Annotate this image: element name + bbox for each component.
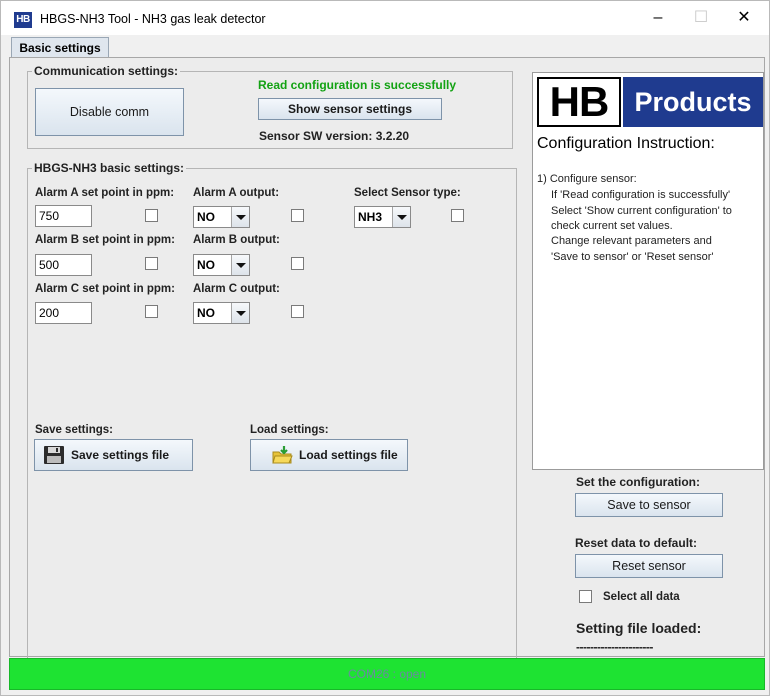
alarm-b-output-label: Alarm B output: <box>193 234 280 246</box>
alarm-c-output-value: NO <box>197 306 215 320</box>
alarm-c-setpoint-input[interactable]: 200 <box>35 302 92 324</box>
sensor-type-value: NH3 <box>358 210 383 224</box>
chevron-down-icon[interactable] <box>231 303 249 323</box>
read-status-text: Read configuration is successfully <box>258 78 457 92</box>
sensor-type-select[interactable]: NH3 <box>354 206 411 228</box>
minimize-button[interactable]: – <box>635 3 681 33</box>
alarm-c-setpoint-checkbox[interactable] <box>145 305 158 318</box>
alarm-c-output-label: Alarm C output: <box>193 283 280 295</box>
alarm-b-output-select[interactable]: NO <box>193 254 250 276</box>
alarm-b-label: Alarm B set point in ppm: <box>35 234 175 246</box>
basic-settings-title: HBGS-NH3 basic settings: <box>32 161 187 175</box>
alarm-a-output-label: Alarm A output: <box>193 187 280 199</box>
instruction-panel: HB Products Configuration Instruction: 1… <box>532 72 764 470</box>
instruction-line: 1) Configure sensor: <box>537 173 637 185</box>
load-settings-file-button[interactable]: Load settings file <box>250 439 408 471</box>
instruction-line: 'Save to sensor' or 'Reset sensor' <box>551 251 714 263</box>
save-settings-label: Save settings: <box>35 424 113 436</box>
load-settings-file-label: Load settings file <box>299 448 398 462</box>
disable-comm-button[interactable]: Disable comm <box>35 88 184 136</box>
alarm-b-output-checkbox[interactable] <box>291 257 304 270</box>
load-settings-label: Load settings: <box>250 424 329 436</box>
instruction-line: If 'Read configuration is successfully' <box>551 189 731 201</box>
load-folder-icon <box>272 446 293 464</box>
chevron-down-icon[interactable] <box>231 207 249 227</box>
logo-products-mark: Products <box>623 77 763 127</box>
close-button[interactable]: ✕ <box>721 3 767 33</box>
floppy-disk-icon <box>44 446 64 464</box>
chevron-down-icon[interactable] <box>231 255 249 275</box>
instruction-line: Select 'Show current configuration' to <box>551 205 732 217</box>
instruction-line: check current set values. <box>551 220 673 232</box>
app-logo-icon: HB <box>14 12 32 28</box>
select-all-data-label: Select all data <box>603 591 680 603</box>
alarm-a-output-select[interactable]: NO <box>193 206 250 228</box>
setting-file-loaded-label: Setting file loaded: <box>576 620 702 636</box>
select-all-data-checkbox[interactable] <box>579 590 592 603</box>
alarm-a-setpoint-input[interactable]: 750 <box>35 205 92 227</box>
alarm-c-label: Alarm C set point in ppm: <box>35 283 175 295</box>
save-to-sensor-button[interactable]: Save to sensor <box>575 493 723 517</box>
sensor-type-checkbox[interactable] <box>451 209 464 222</box>
chevron-down-icon[interactable] <box>392 207 410 227</box>
maximize-button: ☐ <box>693 9 709 26</box>
reset-label: Reset data to default: <box>575 536 698 550</box>
app-window: HB HBGS-NH3 Tool - NH3 gas leak detector… <box>0 0 770 696</box>
setting-file-name: ---------------------- <box>576 640 653 654</box>
alarm-c-output-checkbox[interactable] <box>291 305 304 318</box>
hb-products-logo: HB Products <box>537 77 763 127</box>
communication-settings-title: Communication settings: <box>32 64 181 78</box>
alarm-a-label: Alarm A set point in ppm: <box>35 187 175 199</box>
alarm-b-setpoint-input[interactable]: 500 <box>35 254 92 276</box>
show-sensor-settings-button[interactable]: Show sensor settings <box>258 98 442 120</box>
window-title: HBGS-NH3 Tool - NH3 gas leak detector <box>40 12 266 26</box>
save-settings-file-button[interactable]: Save settings file <box>34 439 193 471</box>
alarm-b-output-value: NO <box>197 258 215 272</box>
alarm-a-output-checkbox[interactable] <box>291 209 304 222</box>
instruction-line: Change relevant parameters and <box>551 235 712 247</box>
sensor-sw-version: Sensor SW version: 3.2.20 <box>259 129 410 143</box>
alarm-b-setpoint-checkbox[interactable] <box>145 257 158 270</box>
title-bar: HB HBGS-NH3 Tool - NH3 gas leak detector… <box>1 1 769 35</box>
alarm-a-setpoint-checkbox[interactable] <box>145 209 158 222</box>
instruction-title: Configuration Instruction: <box>537 135 715 152</box>
sensor-type-label: Select Sensor type: <box>354 187 461 199</box>
reset-sensor-button[interactable]: Reset sensor <box>575 554 723 578</box>
save-settings-file-label: Save settings file <box>71 448 170 462</box>
tab-basic-settings[interactable]: Basic settings <box>11 37 109 59</box>
set-config-label: Set the configuration: <box>576 475 700 489</box>
logo-hb-mark: HB <box>537 77 621 127</box>
alarm-c-output-select[interactable]: NO <box>193 302 250 324</box>
alarm-a-output-value: NO <box>197 210 215 224</box>
connection-status-bar: COM26 : open <box>9 658 765 690</box>
